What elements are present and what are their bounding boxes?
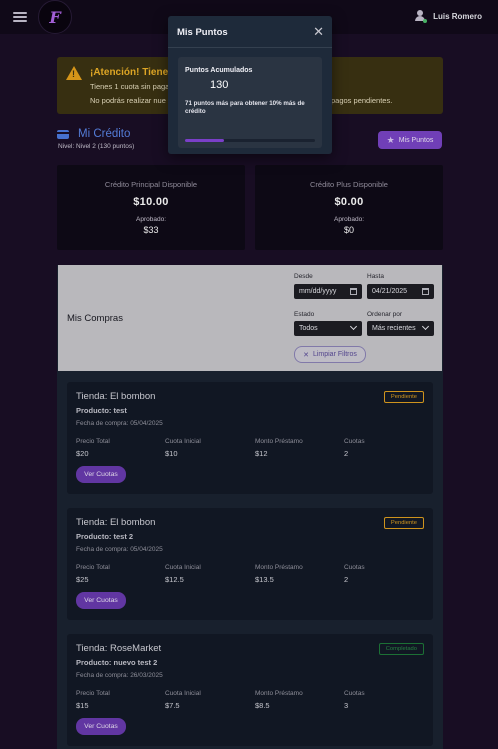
modal-title: Mis Puntos (177, 27, 228, 38)
status-badge: Completado (378, 643, 424, 655)
price-value: $20 (76, 449, 89, 458)
order-product: Producto: test (76, 406, 127, 415)
installments-value: 2 (344, 449, 349, 458)
credit-card-icon (57, 130, 69, 139)
purchases-section: Mis Compras Desde mm/dd/yyyy Hasta 04/21… (57, 265, 443, 749)
principal-credit-amount: $10.00 (133, 196, 169, 208)
points-progress-bar (185, 139, 315, 142)
order-date: Fecha de compra: 26/03/2025 (76, 672, 163, 679)
loan-label: Monto Préstamo (255, 564, 303, 571)
order-card: Tienda: RoseMarket Producto: nuevo test … (67, 634, 433, 746)
order-date: Fecha de compra: 05/04/2025 (76, 546, 163, 553)
plus-credit-label: Crédito Plus Disponible (310, 180, 388, 189)
status-badge: Pendiente (383, 391, 424, 403)
price-value: $15 (76, 701, 89, 710)
view-installments-button[interactable]: Ver Cuotas (76, 718, 126, 735)
price-label: Precio Total (76, 564, 110, 571)
installments-label: Cuotas (344, 690, 365, 697)
close-icon[interactable]: ✕ (313, 25, 324, 38)
loan-value: $8.5 (255, 701, 270, 710)
installments-value: 2 (344, 575, 349, 584)
sort-value: Más recientes (372, 325, 416, 332)
status-label: Estado (294, 311, 315, 318)
chevron-down-icon (349, 322, 358, 331)
initial-value: $7.5 (165, 701, 180, 710)
points-message: 71 puntos más para obtener 10% más de cr… (185, 100, 305, 116)
order-product: Producto: nuevo test 2 (76, 658, 158, 667)
status-select[interactable]: Todos (294, 321, 362, 336)
from-date-input[interactable]: mm/dd/yyyy (294, 284, 362, 299)
initial-label: Cuota Inicial (165, 690, 201, 697)
order-date: Fecha de compra: 05/04/2025 (76, 420, 163, 427)
brand-logo[interactable]: F (38, 0, 72, 34)
order-store: Tienda: El bombon (76, 517, 156, 528)
principal-approved-value: $33 (143, 225, 159, 235)
credit-title: Mi Crédito (78, 128, 131, 140)
points-panel: Puntos Acumulados 130 71 puntos más para… (178, 57, 322, 148)
points-progress-fill (185, 139, 224, 142)
installments-value: 3 (344, 701, 349, 710)
clear-filters-label: Limpiar Filtros (312, 351, 357, 358)
plus-approved-value: $0 (343, 225, 354, 235)
initial-label: Cuota Inicial (165, 438, 201, 445)
price-label: Precio Total (76, 438, 110, 445)
calendar-icon (422, 288, 429, 295)
to-label: Hasta (367, 273, 384, 280)
my-points-label: Mis Puntos (398, 136, 434, 144)
sort-select[interactable]: Más recientes (367, 321, 434, 336)
star-icon: ★ (386, 134, 395, 145)
installments-label: Cuotas (344, 438, 365, 445)
sort-label: Ordenar por (367, 311, 403, 318)
user-name: Luis Romero (433, 11, 482, 21)
price-label: Precio Total (76, 690, 110, 697)
points-value: 130 (210, 79, 229, 91)
clear-filters-button[interactable]: ✕ Limpiar Filtros (294, 346, 366, 363)
from-date-value: mm/dd/yyyy (299, 288, 337, 295)
initial-value: $12.5 (165, 575, 184, 584)
price-value: $25 (76, 575, 89, 584)
my-points-button[interactable]: ★ Mis Puntos (378, 131, 442, 149)
filters-panel: Mis Compras Desde mm/dd/yyyy Hasta 04/21… (58, 265, 442, 371)
order-store: Tienda: RoseMarket (76, 643, 162, 654)
view-installments-button[interactable]: Ver Cuotas (76, 466, 126, 483)
menu-icon[interactable] (13, 12, 27, 22)
user-menu[interactable]: Luis Romero (415, 10, 482, 23)
order-store: Tienda: El bombon (76, 391, 156, 402)
view-installments-button[interactable]: Ver Cuotas (76, 592, 126, 609)
order-product: Producto: test 2 (76, 532, 134, 541)
purchases-title: Mis Compras (67, 313, 123, 324)
to-date-input[interactable]: 04/21/2025 (367, 284, 434, 299)
status-value: Todos (299, 325, 318, 332)
principal-credit-label: Crédito Principal Disponible (104, 180, 198, 189)
alert-line-2-tail: pagos pendientes. (331, 96, 393, 105)
warning-icon: ! (66, 66, 82, 80)
calendar-icon (350, 288, 357, 295)
user-icon (415, 10, 428, 23)
plus-credit-amount: $0.00 (334, 196, 364, 208)
loan-value: $13.5 (255, 575, 274, 584)
loan-label: Monto Préstamo (255, 438, 303, 445)
loan-value: $12 (255, 449, 268, 458)
plus-credit-card: Crédito Plus Disponible $0.00 Aprobado: … (255, 165, 443, 250)
from-label: Desde (294, 273, 313, 280)
close-icon: ✕ (303, 351, 309, 359)
to-date-value: 04/21/2025 (372, 288, 408, 295)
initial-value: $10 (165, 449, 178, 458)
chevron-down-icon (421, 322, 430, 331)
order-card: Tienda: El bombon Producto: test Fecha d… (67, 382, 433, 494)
order-card: Tienda: El bombon Producto: test 2 Fecha… (67, 508, 433, 620)
principal-approved-label: Aprobado: (136, 216, 166, 223)
installments-label: Cuotas (344, 564, 365, 571)
principal-credit-card: Crédito Principal Disponible $10.00 Apro… (57, 165, 245, 250)
modal-divider (168, 47, 332, 48)
plus-approved-label: Aprobado: (334, 216, 364, 223)
loan-label: Monto Préstamo (255, 690, 303, 697)
initial-label: Cuota Inicial (165, 564, 201, 571)
points-label: Puntos Acumulados (185, 67, 253, 74)
credit-level: Nivel: Nivel 2 (130 puntos) (58, 143, 135, 150)
logo-letter: F (49, 7, 61, 27)
status-badge: Pendiente (383, 517, 424, 529)
points-modal: Mis Puntos ✕ Puntos Acumulados 130 71 pu… (168, 16, 332, 154)
